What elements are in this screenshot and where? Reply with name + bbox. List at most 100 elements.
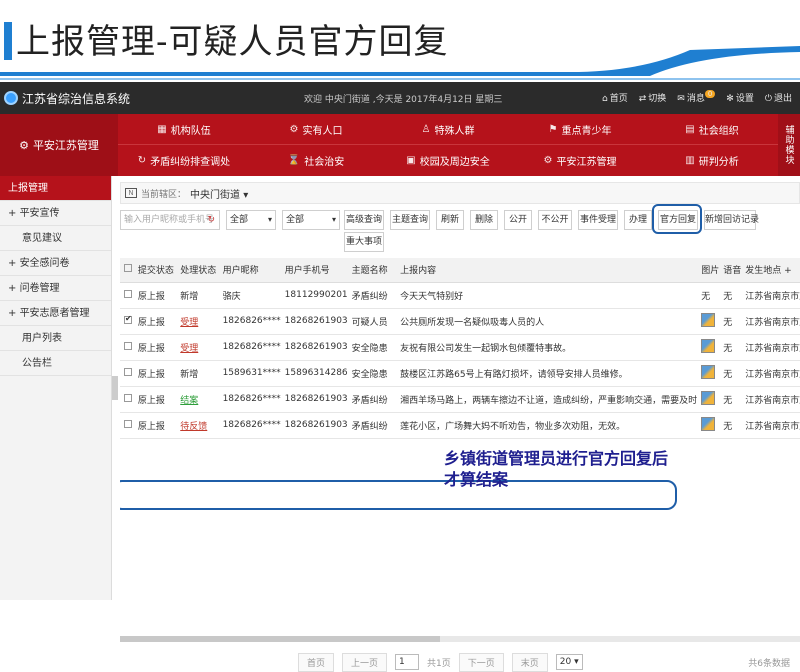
page-size-select[interactable]: 20 ▾	[555, 654, 583, 670]
advanced-search-button[interactable]: 高级查询	[344, 210, 384, 230]
logout-link[interactable]: ⏻ 退出	[765, 91, 792, 104]
image-thumbnail-icon[interactable]	[701, 364, 716, 379]
last-page-button[interactable]: 末页	[511, 652, 548, 672]
menu-item-disputes[interactable]: ↻ 矛盾纠纷排查调处	[118, 153, 250, 168]
select-all-header[interactable]	[120, 258, 134, 283]
menu-item-population[interactable]: ⚙ 实有人口	[250, 122, 382, 137]
sidebar-item-publicity[interactable]: + 平安宣传	[0, 201, 111, 226]
image-thumbnail-icon[interactable]	[701, 312, 716, 327]
status-select-2[interactable]: 全部	[282, 210, 340, 230]
menu-item-social-orgs[interactable]: ▤ 社会组织	[646, 122, 778, 137]
status-select-1[interactable]: 全部	[226, 210, 276, 230]
image-thumbnail-icon[interactable]	[701, 338, 716, 353]
status-link[interactable]: 结案	[176, 386, 219, 413]
column-header[interactable]: 主题名称	[347, 258, 397, 283]
add-visit-record-button[interactable]: 新增回访记录	[704, 210, 759, 230]
column-header[interactable]: 用户昵称	[218, 258, 281, 283]
app-logo[interactable]: 江苏省综治信息系统	[0, 90, 130, 107]
table-cell: 18268261903	[280, 412, 348, 439]
image-thumbnail-icon[interactable]	[701, 390, 716, 405]
table-cell	[697, 334, 720, 361]
column-header[interactable]: 语音	[719, 258, 742, 283]
row-checkbox[interactable]	[124, 341, 132, 350]
messages-link[interactable]: ✉ 消息 0	[677, 90, 716, 104]
table-cell: 1826826****	[218, 412, 281, 439]
sidebar-item-security-survey[interactable]: + 安全感问卷	[0, 251, 111, 276]
row-checkbox-cell[interactable]	[120, 282, 134, 309]
switch-link[interactable]: ⇄ 切换	[639, 91, 667, 104]
table-row[interactable]: 原上报新增骆庆18112990201矛盾纠纷今天天气特别好无无江苏省南京市鼓	[120, 282, 800, 309]
menu-item-youth[interactable]: ⚑ 重点青少年	[514, 122, 646, 137]
sidebar-item-bulletin[interactable]: 公告栏	[0, 351, 111, 376]
sidebar-item-volunteers[interactable]: + 平安志愿者管理	[0, 301, 111, 326]
column-header[interactable]: 提交状态	[133, 258, 177, 283]
scrollbar-thumb[interactable]	[120, 636, 440, 642]
prev-page-button[interactable]: 上一页	[342, 652, 388, 672]
refresh-button[interactable]: 刷新	[436, 210, 464, 230]
first-page-button[interactable]: 首页	[298, 652, 335, 672]
column-header[interactable]: 处理状态	[176, 258, 219, 283]
table-row[interactable]: 原上报 受理 1826826**** 18268261903 安全隐患 友祝有限公司发生一…	[120, 334, 800, 361]
row-checkbox-cell[interactable]	[120, 334, 134, 361]
column-header[interactable]: 发生地点 +	[741, 258, 800, 283]
menu-item-special-groups[interactable]: ♙ 特殊人群	[382, 122, 514, 137]
school-icon: ▣	[406, 155, 416, 166]
row-checkbox-cell[interactable]	[120, 412, 134, 439]
settings-link[interactable]: ✻ 设置	[726, 91, 754, 104]
table-row[interactable]: 原上报 待反馈 1826826**** 18268261903 矛盾纠纷 莲花小区，广场舞…	[120, 412, 800, 439]
page-number-input[interactable]: 1	[395, 654, 420, 670]
column-header[interactable]: 用户手机号	[280, 258, 348, 283]
bar-chart-icon: ▥	[685, 155, 695, 166]
auxiliary-module-toggle[interactable]: 辅助模块	[778, 114, 800, 176]
menu-item-public-security[interactable]: ⌛ 社会治安	[250, 153, 382, 168]
public-button[interactable]: 公开	[504, 210, 532, 230]
delete-button[interactable]: 删除	[470, 210, 498, 230]
menu-brand[interactable]: ⚙ 平安江苏管理	[0, 114, 118, 176]
table-cell: 1826826****	[218, 334, 281, 361]
clear-icon[interactable]: ↻	[207, 211, 215, 229]
table-row[interactable]: 原上报受理1826826****18268261903可疑人员公共厕所发现一名疑…	[120, 308, 800, 335]
sidebar-collapse-handle[interactable]	[112, 376, 118, 400]
table-cell: 18112990201	[280, 282, 348, 309]
sidebar-item-survey-management[interactable]: + 问卷管理	[0, 276, 111, 301]
table-cell: 原上报	[133, 308, 177, 335]
select-all-checkbox[interactable]	[124, 264, 132, 273]
sidebar-item-user-list[interactable]: 用户列表	[0, 326, 111, 351]
row-checkbox-cell[interactable]	[120, 386, 134, 413]
table-row[interactable]: 原上报 新增 1589631**** 15896314286 安全隐患 鼓楼区江苏路65号…	[120, 360, 800, 387]
main-content: N 当前辖区： 中央门街道 ▾ 输入用户昵称或手机号 ↻ 全部 全部 高级查询 …	[120, 176, 800, 672]
table-row[interactable]: 原上报 结案 1826826**** 18268261903 矛盾纠纷 湘西羊场马路上，两…	[120, 386, 800, 413]
status-link[interactable]: 受理	[176, 308, 219, 335]
home-link[interactable]: ⌂ 首页	[602, 91, 628, 104]
next-page-button[interactable]: 下一页	[458, 652, 504, 672]
row-checkbox[interactable]	[124, 419, 132, 428]
menu-item-campus[interactable]: ▣ 校园及周边安全	[382, 153, 514, 168]
sidebar-item-suggestions[interactable]: 意见建议	[0, 226, 111, 251]
column-header[interactable]: 上报内容	[396, 258, 698, 283]
topic-search-button[interactable]: 主题查询	[390, 210, 430, 230]
menu-item-safe-jiangsu[interactable]: ⚙ 平安江苏管理	[514, 153, 646, 168]
menu-item-org[interactable]: ▦ 机构队伍	[118, 122, 250, 137]
status-link[interactable]: 待反馈	[176, 412, 219, 439]
row-checkbox-cell[interactable]	[120, 360, 134, 387]
sidebar-item-report-management[interactable]: 上报管理	[0, 176, 111, 201]
column-header[interactable]: 图片	[697, 258, 720, 283]
accept-event-button[interactable]: 事件受理	[578, 210, 618, 230]
handle-button[interactable]: 办理	[624, 210, 652, 230]
table-cell: 原上报	[133, 282, 177, 309]
row-checkbox[interactable]	[124, 393, 132, 402]
row-checkbox-cell[interactable]	[120, 308, 134, 335]
menu-item-analysis[interactable]: ▥ 研判分析	[646, 153, 778, 168]
row-checkbox[interactable]	[124, 289, 132, 298]
table-cell: 安全隐患	[347, 334, 397, 361]
row-checkbox[interactable]	[124, 314, 132, 324]
table-cell: 矛盾纠纷	[347, 412, 397, 439]
status-link[interactable]: 受理	[176, 334, 219, 361]
horizontal-scrollbar[interactable]	[120, 636, 800, 642]
image-thumbnail-icon[interactable]	[701, 416, 716, 431]
search-input[interactable]: 输入用户昵称或手机号 ↻	[120, 210, 220, 230]
row-checkbox[interactable]	[124, 367, 132, 376]
major-matters-button[interactable]: 重大事项	[344, 232, 384, 252]
private-button[interactable]: 不公开	[538, 210, 572, 230]
district-selector[interactable]: 中央门街道 ▾	[190, 186, 248, 201]
